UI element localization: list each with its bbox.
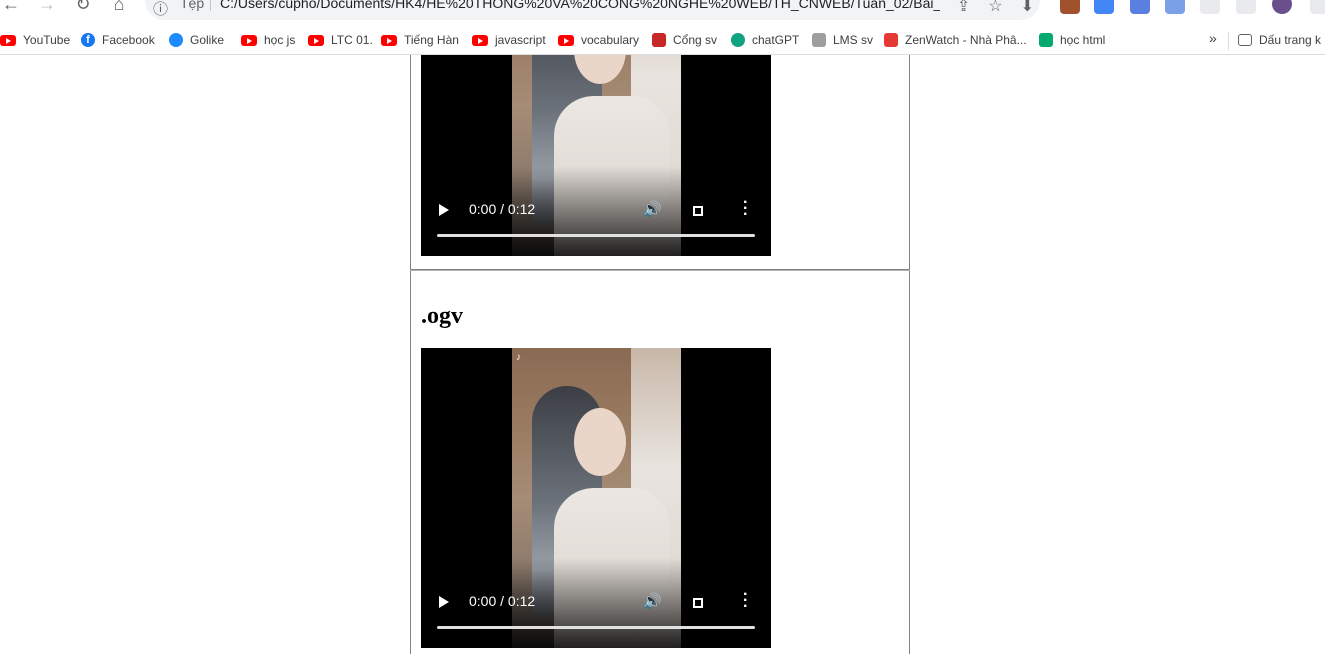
bookmark-hoc-html[interactable]: học html xyxy=(1039,30,1105,50)
bookmark-ltc[interactable]: LTC 01. xyxy=(308,30,373,50)
youtube-icon xyxy=(381,34,397,46)
bookmark-label: javascript xyxy=(495,33,546,47)
browser-toolbar: ← → ↻ ⌂ ⓘ Tệp C:/Users/cupho/Documents/H… xyxy=(0,0,1325,20)
download-icon[interactable]: ⬇ xyxy=(1021,0,1034,16)
home-icon[interactable]: ⌂ xyxy=(108,0,130,16)
extension-icon[interactable] xyxy=(1060,0,1080,14)
w3schools-icon xyxy=(1039,33,1053,47)
more-options-icon[interactable]: · · · xyxy=(743,587,748,615)
fullscreen-icon[interactable] xyxy=(693,206,703,216)
video-player[interactable]: 0:00 / 0:12 🔊 · · · xyxy=(421,55,771,256)
address-bar[interactable]: ⓘ Tệp C:/Users/cupho/Documents/HK4/HE%20… xyxy=(145,0,1040,20)
profile-avatar-icon[interactable] xyxy=(1272,0,1292,14)
bookmark-label: Tiếng Hàn xyxy=(404,33,459,47)
url-text[interactable]: C:/Users/cupho/Documents/HK4/HE%20THONG%… xyxy=(220,0,940,11)
lms-icon xyxy=(812,33,826,47)
bookmarks-divider xyxy=(1228,32,1229,50)
bookmark-facebook[interactable]: f Facebook xyxy=(81,30,155,50)
bookmark-zenwatch[interactable]: ZenWatch - Nhà Phâ... xyxy=(884,30,1027,50)
bookmark-chatgpt[interactable]: chatGPT xyxy=(731,30,799,50)
reload-icon[interactable]: ↻ xyxy=(72,0,94,16)
bookmark-star-icon[interactable]: ☆ xyxy=(988,0,1002,16)
bookmark-youtube[interactable]: YouTube xyxy=(0,30,70,50)
extension-icon[interactable] xyxy=(1165,0,1185,14)
bookmark-label: Cổng sv xyxy=(673,33,718,47)
docs-icon[interactable] xyxy=(1130,0,1150,14)
other-bookmarks-folder[interactable]: Dấu trang k xyxy=(1238,30,1321,50)
page-content: 0:00 / 0:12 🔊 ··· .ogv ♪ 0:00 / 0:12 🔊 xyxy=(0,55,1325,654)
site-info-icon[interactable]: ⓘ xyxy=(153,0,168,19)
back-arrow-icon[interactable]: ← xyxy=(0,0,22,16)
bookmark-label: Dấu trang k xyxy=(1259,33,1322,47)
forward-arrow-icon[interactable]: → xyxy=(36,0,58,16)
more-options-icon[interactable]: · · · xyxy=(743,195,748,223)
bookmark-tieng-han[interactable]: Tiếng Hàn xyxy=(381,30,459,50)
bookmark-hoc-js[interactable]: học js xyxy=(241,30,295,50)
bookmark-label: chatGPT xyxy=(752,33,800,47)
youtube-icon xyxy=(308,34,324,46)
video-progress-bar[interactable] xyxy=(437,626,755,629)
bookmark-cong-sv[interactable]: Cổng sv xyxy=(652,30,717,50)
share-icon[interactable]: ⇪ xyxy=(957,0,970,16)
play-icon[interactable] xyxy=(439,204,449,216)
golike-icon xyxy=(169,33,183,47)
youtube-icon xyxy=(0,34,16,46)
scheme-label: Tệp xyxy=(180,0,205,11)
video-player[interactable]: ♪ 0:00 / 0:12 🔊 · · · xyxy=(421,348,771,648)
bookmark-label: vocabulary xyxy=(581,33,640,47)
play-icon[interactable] xyxy=(439,596,449,608)
youtube-icon xyxy=(472,34,488,46)
bookmark-golike[interactable]: Golike xyxy=(169,30,224,50)
section-heading: .ogv xyxy=(421,303,463,329)
puzzle-icon[interactable] xyxy=(1200,0,1220,14)
more-bookmarks-chevron-icon[interactable]: » xyxy=(1209,30,1217,46)
bookmark-label: học js xyxy=(264,33,296,47)
bookmark-vocabulary[interactable]: vocabulary xyxy=(558,30,639,50)
bookmark-javascript[interactable]: javascript xyxy=(472,30,546,50)
video-time: 0:00 / 0:12 xyxy=(469,593,536,609)
bookmark-label: Golike xyxy=(190,33,225,47)
reading-list-icon[interactable] xyxy=(1236,0,1256,14)
video-time: 0:00 / 0:12 xyxy=(469,201,536,217)
youtube-icon xyxy=(241,34,257,46)
table-row-divider xyxy=(410,269,910,271)
zenwatch-icon xyxy=(884,33,898,47)
youtube-icon xyxy=(558,34,574,46)
bookmark-label: LMS sv xyxy=(833,33,874,47)
menu-icon[interactable] xyxy=(1310,0,1325,14)
translate-icon[interactable] xyxy=(1094,0,1114,14)
bookmark-label: Facebook xyxy=(102,33,155,47)
bookmark-label: LTC 01. xyxy=(331,33,373,47)
video-progress-bar[interactable] xyxy=(437,234,755,237)
bookmark-label: YouTube xyxy=(23,33,71,47)
bookmark-lms-sv[interactable]: LMS sv xyxy=(812,30,873,50)
openai-icon xyxy=(731,33,745,47)
fullscreen-icon[interactable] xyxy=(693,598,703,608)
omnibox-separator xyxy=(210,0,211,11)
volume-icon[interactable]: 🔊 xyxy=(643,200,662,218)
folder-icon xyxy=(1238,34,1252,46)
tiktok-watermark-icon: ♪ xyxy=(516,352,521,363)
school-icon xyxy=(652,33,666,47)
volume-icon[interactable]: 🔊 xyxy=(643,592,662,610)
bookmarks-bar: YouTube f Facebook Golike học js LTC 01.… xyxy=(0,26,1325,55)
omnibox-actions: ⇪ ☆ ⬇ xyxy=(957,0,1034,16)
bookmark-label: ZenWatch - Nhà Phâ... xyxy=(905,33,1027,47)
bookmark-label: học html xyxy=(1060,33,1106,47)
facebook-icon: f xyxy=(81,33,95,47)
